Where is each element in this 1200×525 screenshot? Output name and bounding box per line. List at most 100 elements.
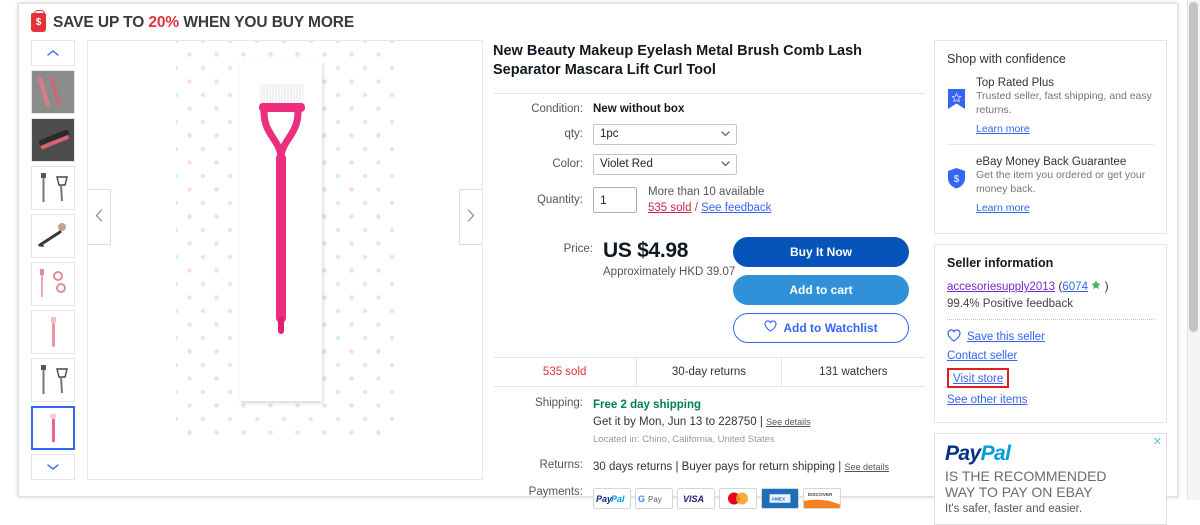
discover-icon: DISCOVER [803,487,841,509]
seller-score-close: ) [1104,278,1109,293]
payments-label: Payments: [528,485,583,498]
payment-method-icons: Pay Pal G Pay VISA AMEX DISCOVER [593,487,841,509]
svg-text:Pal: Pal [611,494,625,504]
main-content: New Beauty Makeup Eyelash Metal Brush Co… [31,40,1167,525]
top-rated-plus-head: Top Rated Plus [976,77,1054,89]
seller-identity-row: accesoriesupply2013 (6074 ) [947,279,1154,293]
stat-watchers: 131 watchers [780,357,925,386]
shipping-eta: Get it by Mon, Jun 13 to 228750 [593,416,757,429]
condition-label: Condition: [531,102,583,115]
svg-text:AMEX: AMEX [771,496,785,502]
money-back-guarantee-desc: Get the item you ordered or get your mon… [976,168,1146,196]
top-rated-plus-learn-more-link[interactable]: Learn more [976,123,1030,135]
cta-buttons: Buy It Now Add to cart Add to Watchlist [733,236,909,343]
qty-select[interactable]: 1pc [593,123,737,145]
color-select[interactable]: Violet Red [593,153,737,175]
returns-see-details-link[interactable]: See details [844,462,889,472]
contact-seller-link[interactable]: Contact seller [947,350,1017,362]
thumb-7-two-tools [32,359,74,401]
price-tag-icon: $ [31,10,46,32]
chevron-left-icon [95,209,103,225]
condition-value: New without box [593,102,685,115]
visit-store-row[interactable]: Visit store [947,367,1154,389]
save-this-seller-link[interactable]: Save this seller [967,331,1045,343]
see-feedback-link[interactable]: See feedback [701,202,771,214]
thumbnail-5[interactable] [31,262,75,306]
thumb-3-two-tools [32,167,74,209]
money-back-guarantee-body: eBay Money Back Guarantee Get the item y… [976,154,1154,214]
page-scrollbar[interactable] [1187,0,1200,500]
qty-label: qty: [564,128,583,141]
thumb-2-brush-dark [32,119,74,161]
svg-text:VISA: VISA [683,494,704,504]
top-rated-plus-body: Top Rated Plus Trusted seller, fast ship… [976,75,1154,135]
color-select-value: Violet Red [600,158,653,171]
previous-image-button[interactable] [88,189,111,245]
thumb-4-angled-brush [32,215,74,257]
paypal-logo-pay: Pay [945,441,981,465]
qty-variation-row: qty: 1pc [493,123,925,145]
promo-banner-text: SAVE UP TO 20% WHEN YOU BUY MORE [53,14,354,32]
top-rated-plus-badge-icon [947,75,967,135]
thumbnail-6[interactable] [31,310,75,354]
thumbnail-8[interactable] [31,406,75,450]
shipping-located: Located in: Chino, California, United St… [593,434,775,446]
quantity-availability-group: More than 10 available 535 sold / See fe… [648,184,771,217]
thumbnail-4[interactable] [31,214,75,258]
add-to-cart-button[interactable]: Add to cart [733,274,909,305]
svg-text:DISCOVER: DISCOVER [808,492,833,498]
next-image-button[interactable] [459,189,482,245]
thumb-1-brush-gray [32,71,74,113]
title-divider [493,92,925,94]
price-label: Price: [563,242,593,255]
main-image-stage[interactable] [87,40,483,480]
visit-store-link[interactable]: Visit store [953,373,1003,385]
ad-line-1: IS THE RECOMMENDED [945,467,1107,484]
money-back-guarantee-head: eBay Money Back Guarantee [976,155,1127,168]
price-approx: Approximately HKD 39.07 [603,265,736,278]
stat-returns: 30-day returns [636,357,780,386]
top-rated-plus-desc: Trusted seller, fast shipping, and easy … [976,90,1152,117]
thumbnail-3[interactable] [31,166,75,210]
thumbnail-scroll-down-button[interactable] [31,454,75,480]
close-icon[interactable]: ✕ [1153,436,1162,448]
buy-it-now-button[interactable]: Buy It Now [733,236,909,267]
thumbnail-2[interactable] [31,118,75,162]
thumbnail-7[interactable] [31,358,75,402]
thumb-6-pink-handle [32,311,74,353]
quantity-input[interactable] [593,187,637,214]
see-other-items-row[interactable]: See other items [947,394,1154,406]
visit-store-highlight: Visit store [947,367,1010,388]
thumbnail-scroll-up-button[interactable] [31,40,75,66]
quantity-row: Quantity: More than 10 available 535 sol… [493,184,925,217]
seller-feedback-score-link[interactable]: 6074 [1062,281,1088,293]
item-stats-row: 535 sold 30-day returns 131 watchers [493,356,925,387]
scrollbar-thumb[interactable] [1189,2,1198,332]
save-seller-row[interactable]: Save this seller [947,329,1154,345]
promo-prefix: SAVE UP TO [53,13,149,31]
thumbnail-1[interactable] [31,70,75,114]
payments-row: Payments: Pay Pal G Pay VISA AMEX DISCOV… [493,486,925,509]
availability-text: More than 10 available [648,185,765,198]
chevron-down-icon [47,463,59,471]
right-sidebar: Shop with confidence Top Rated Plus Trus… [934,40,1167,525]
mastercard-icon [719,487,757,509]
quantity-label: Quantity: [536,194,583,207]
see-other-items-link[interactable]: See other items [947,394,1028,406]
seller-name-link[interactable]: accesoriesupply2013 [947,281,1055,293]
image-gallery [31,40,483,480]
google-pay-icon: G Pay [635,487,673,509]
thumbnail-rail [31,40,75,480]
money-back-guarantee-item: $ eBay Money Back Guarantee Get the item… [947,154,1154,214]
thumb-8-pink-comb [33,408,73,448]
separator-slash: / [694,202,698,215]
sold-count-link[interactable]: 535 sold [648,202,691,214]
add-to-watchlist-button[interactable]: Add to Watchlist [733,312,909,343]
shipping-see-details-link[interactable]: See details [766,417,811,427]
money-back-guarantee-learn-more-link[interactable]: Learn more [976,202,1030,214]
returns-row: Returns: 30 days returns | Buyer pays fo… [493,459,925,476]
stat-sold[interactable]: 535 sold [493,358,636,386]
color-label: Color: [552,158,583,171]
contact-seller-row[interactable]: Contact seller [947,350,1154,362]
product-photo [240,61,322,401]
